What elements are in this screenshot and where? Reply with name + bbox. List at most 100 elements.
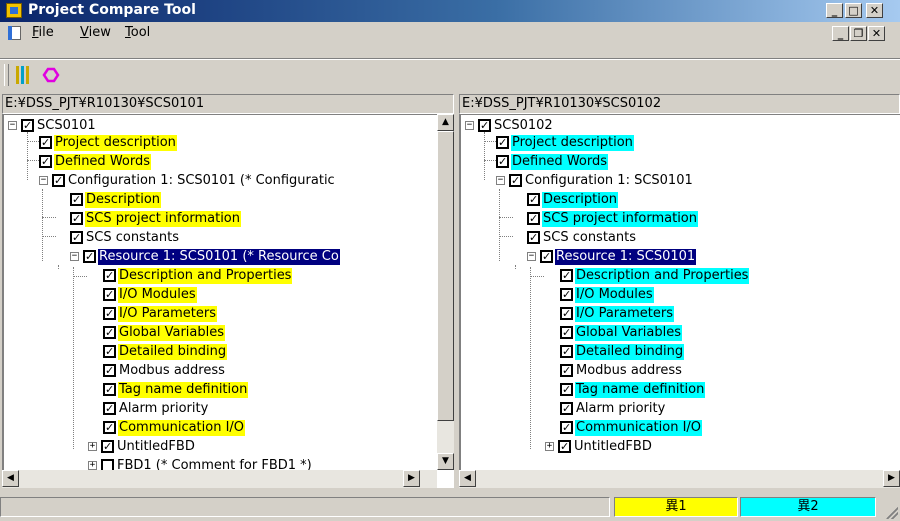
checkbox[interactable]: ✓ [560, 364, 573, 377]
checkbox[interactable]: ✓ [560, 345, 573, 358]
checkbox[interactable]: ✓ [103, 421, 116, 434]
menu-tool[interactable]: Tool [125, 25, 150, 40]
checkbox[interactable]: ✓ [70, 212, 83, 225]
tree-node-selected[interactable]: − ✓ Resource 1: SCS0101 (* Resource Co [70, 247, 341, 266]
checkbox[interactable]: ✓ [103, 326, 116, 339]
tree-node[interactable]: ✓ SCS project information [527, 209, 698, 228]
checkbox[interactable]: ✓ [560, 326, 573, 339]
tree-node-selected[interactable]: − ✓ Resource 1: SCS0101 [527, 247, 698, 266]
tree-node[interactable]: ✓ Description and Properties [560, 266, 750, 285]
document-icon[interactable] [8, 26, 21, 40]
tree-node[interactable]: ✓ Description [70, 190, 162, 209]
tree-node[interactable]: + ✓ UntitledFBD [545, 437, 653, 456]
right-tree[interactable]: − ✓ SCS0102 ✓ Project description ✓ Defined … [459, 114, 900, 470]
collapse-icon[interactable]: − [8, 121, 17, 130]
child-close-button[interactable]: ✕ [868, 26, 885, 41]
checkbox[interactable]: ✓ [83, 250, 96, 263]
checkbox[interactable]: ✓ [527, 212, 540, 225]
scroll-right-button[interactable]: ▶ [883, 470, 900, 487]
checkbox[interactable]: ✓ [496, 155, 509, 168]
scroll-left-button[interactable]: ◀ [2, 470, 19, 487]
checkbox[interactable]: ✓ [527, 193, 540, 206]
scroll-up-button[interactable]: ▲ [437, 114, 454, 131]
expand-icon[interactable]: + [88, 442, 97, 451]
scroll-right-button[interactable]: ▶ [403, 470, 420, 487]
checkbox[interactable]: ✓ [560, 269, 573, 282]
checkbox[interactable]: ✓ [39, 155, 52, 168]
minimize-button[interactable]: _ [826, 3, 843, 18]
tree-node[interactable]: ✓ Description and Properties [103, 266, 293, 285]
expand-icon[interactable]: + [88, 461, 97, 470]
tree-node[interactable]: ✓ Tag name definition [560, 380, 706, 399]
menu-view[interactable]: View [80, 25, 111, 40]
tree-node[interactable]: ✓ Detailed binding [103, 342, 228, 361]
checkbox[interactable]: ✓ [560, 421, 573, 434]
scroll-left-button[interactable]: ◀ [459, 470, 476, 487]
app-icon[interactable] [6, 3, 22, 18]
tree-node[interactable]: ✓ Tag name definition [103, 380, 249, 399]
tree-node[interactable]: + ✓ UntitledFBD [88, 437, 196, 456]
tree-node[interactable]: ✓ Modbus address [103, 361, 226, 380]
checkbox[interactable]: ✓ [70, 231, 83, 244]
expand-icon[interactable]: + [545, 442, 554, 451]
tree-node[interactable]: ✓ Alarm priority [103, 399, 209, 418]
tree-node[interactable]: ✓ Project description [496, 133, 634, 152]
tree-node[interactable]: ✓ Alarm priority [560, 399, 666, 418]
collapse-icon[interactable]: − [496, 176, 505, 185]
tree-node[interactable]: − ✓ Configuration 1: SCS0101 [496, 171, 694, 190]
tree-node[interactable]: ✓ Project description [39, 133, 177, 152]
hexagon-icon[interactable] [40, 66, 62, 84]
checkbox[interactable]: ✓ [560, 288, 573, 301]
checkbox[interactable]: ✓ [103, 288, 116, 301]
collapse-icon[interactable]: − [527, 252, 536, 261]
tree-node[interactable]: ✓ Detailed binding [560, 342, 685, 361]
checkbox[interactable]: ✓ [103, 402, 116, 415]
pane-splitter[interactable] [455, 94, 458, 488]
menu-file[interactable]: File [32, 25, 54, 40]
tree-node[interactable]: − ✓ Configuration 1: SCS0101 (* Configurat… [39, 171, 336, 190]
tree-node[interactable]: ✓ Modbus address [560, 361, 683, 380]
child-minimize-button[interactable]: _ [832, 26, 849, 41]
checkbox[interactable]: ✓ [52, 174, 65, 187]
checkbox[interactable]: ✓ [560, 307, 573, 320]
tree-node[interactable]: ✓ SCS constants [70, 228, 180, 247]
tree-node[interactable]: ✓ Defined Words [39, 152, 152, 171]
right-horizontal-scrollbar[interactable]: ◀ ▶ [459, 470, 900, 488]
checkbox[interactable]: ✓ [103, 307, 116, 320]
checkbox[interactable]: ✓ [478, 119, 491, 132]
checkbox[interactable]: ✓ [103, 345, 116, 358]
checkbox[interactable]: ✓ [558, 440, 571, 453]
checkbox[interactable]: ✓ [103, 383, 116, 396]
left-tree[interactable]: − ✓ SCS0101 ✓ Project description ✓ Defined … [2, 114, 437, 470]
compare-icon[interactable] [16, 66, 34, 84]
checkbox[interactable]: ✓ [560, 383, 573, 396]
checkbox[interactable]: ✓ [70, 193, 83, 206]
tree-node[interactable]: ✓ Defined Words [496, 152, 609, 171]
tree-node[interactable]: ✓ I/O Modules [560, 285, 654, 304]
tree-node[interactable]: ✓ I/O Modules [103, 285, 197, 304]
resize-grip[interactable] [886, 507, 898, 519]
checkbox[interactable]: ✓ [101, 440, 114, 453]
checkbox[interactable]: ✓ [540, 250, 553, 263]
tree-node[interactable]: ✓ I/O Parameters [103, 304, 217, 323]
tree-node[interactable]: ✓ Global Variables [560, 323, 683, 342]
scroll-thumb[interactable] [437, 131, 454, 421]
checkbox[interactable]: ✓ [509, 174, 522, 187]
checkbox[interactable]: ✓ [101, 459, 114, 470]
tree-node[interactable]: +✓FBD1 (* Comment for FBD1 *) [88, 456, 313, 470]
checkbox[interactable]: ✓ [527, 231, 540, 244]
left-vertical-scrollbar[interactable]: ▲ ▼ [437, 114, 454, 470]
scroll-down-button[interactable]: ▼ [437, 453, 454, 470]
collapse-icon[interactable]: − [39, 176, 48, 185]
checkbox[interactable]: ✓ [21, 119, 34, 132]
tree-node[interactable]: ✓ SCS constants [527, 228, 637, 247]
left-horizontal-scrollbar[interactable]: ◀ ▶ [2, 470, 437, 488]
checkbox[interactable]: ✓ [560, 402, 573, 415]
tree-node[interactable]: ✓ Communication I/O [560, 418, 703, 437]
tree-node[interactable]: ✓ Global Variables [103, 323, 226, 342]
maximize-button[interactable]: □ [845, 3, 862, 18]
collapse-icon[interactable]: − [465, 121, 474, 130]
child-restore-button[interactable]: ❐ [850, 26, 867, 41]
tree-node[interactable]: ✓ I/O Parameters [560, 304, 674, 323]
checkbox[interactable]: ✓ [103, 364, 116, 377]
